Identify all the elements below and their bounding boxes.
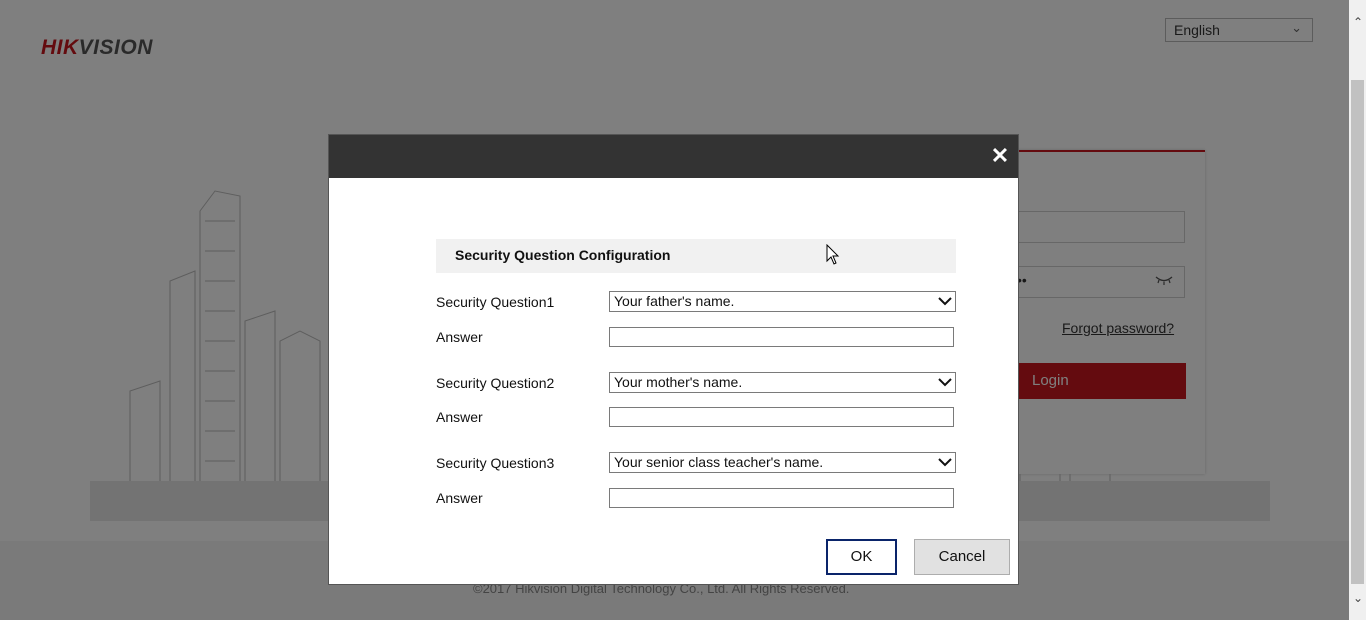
dropdown-arrow-icon <box>938 458 952 467</box>
mouse-cursor-icon <box>826 244 840 265</box>
question1-label: Security Question1 <box>436 294 555 310</box>
answer1-label: Answer <box>436 329 483 345</box>
scroll-down-icon[interactable]: ⌄ <box>1350 590 1366 606</box>
question2-label: Security Question2 <box>436 375 555 391</box>
question3-label: Security Question3 <box>436 455 555 471</box>
answer1-input[interactable] <box>609 327 954 347</box>
dropdown-arrow-icon <box>938 378 952 387</box>
scrollbar-thumb[interactable] <box>1351 80 1364 584</box>
security-question-dialog: ✕ Security Question Configuration Securi… <box>328 134 1019 585</box>
cancel-button[interactable]: Cancel <box>914 539 1010 575</box>
dialog-header: ✕ <box>329 135 1018 178</box>
question1-select[interactable]: Your father's name. <box>609 291 956 312</box>
answer3-input[interactable] <box>609 488 954 508</box>
section-title: Security Question Configuration <box>436 239 956 273</box>
answer2-label: Answer <box>436 409 483 425</box>
dropdown-arrow-icon <box>938 297 952 306</box>
close-icon[interactable]: ✕ <box>989 145 1011 167</box>
question2-select[interactable]: Your mother's name. <box>609 372 956 393</box>
answer3-label: Answer <box>436 490 483 506</box>
answer2-input[interactable] <box>609 407 954 427</box>
scroll-up-icon[interactable]: ⌃ <box>1350 14 1366 30</box>
ok-button[interactable]: OK <box>826 539 897 575</box>
question3-select[interactable]: Your senior class teacher's name. <box>609 452 956 473</box>
